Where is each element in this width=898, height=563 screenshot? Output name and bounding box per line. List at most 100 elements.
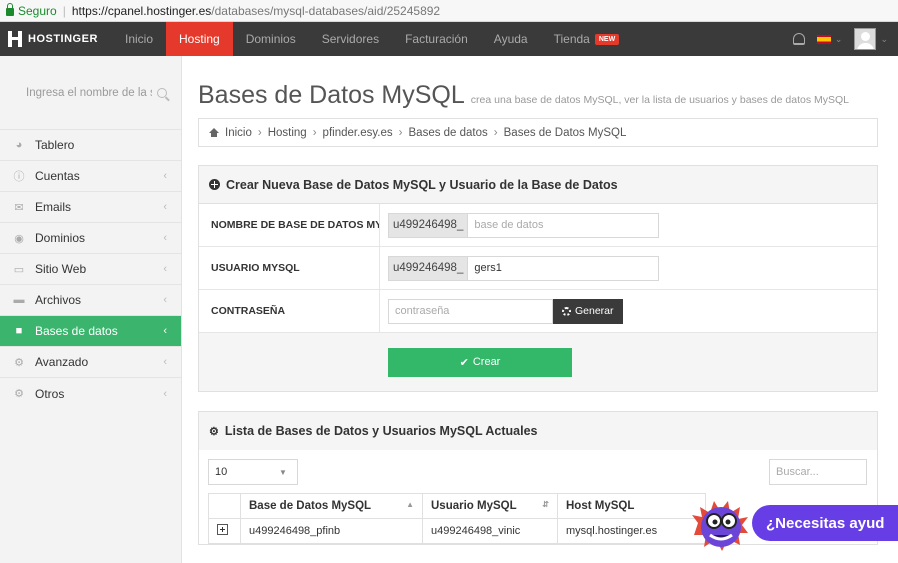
db-name-input[interactable]: base de datos bbox=[468, 212, 660, 238]
table-header-row: Base de Datos MySQL ▲ Usuario MySQL ⇵ Host… bbox=[208, 493, 706, 519]
breadcrumb-separator: › bbox=[312, 126, 317, 139]
url-host[interactable]: https://cpanel.hostinger.es bbox=[72, 4, 211, 18]
chevron-left-icon: ‹ bbox=[163, 356, 167, 368]
sidebar-item-dominios[interactable]: ◉ Dominios ‹ bbox=[0, 223, 181, 254]
create-panel-title: Crear Nueva Base de Datos MySQL y Usuari… bbox=[226, 177, 618, 192]
bell-icon[interactable] bbox=[792, 33, 805, 45]
main-content: Bases de Datos MySQL crea una base de da… bbox=[182, 56, 898, 563]
cell-user: u499246498_vinic bbox=[422, 518, 558, 544]
nav-hosting[interactable]: Hosting bbox=[166, 22, 233, 56]
breadcrumb-bases-de-datos[interactable]: Bases de datos bbox=[409, 127, 488, 139]
sidebar-item-emails[interactable]: ✉ Emails ‹ bbox=[0, 192, 181, 223]
password-input[interactable]: contraseña bbox=[388, 298, 553, 324]
sidebar-item-cuentas[interactable]: ⓘ Cuentas ‹ bbox=[0, 161, 181, 192]
nav-ayuda[interactable]: Ayuda bbox=[481, 22, 541, 56]
secure-indicator[interactable]: Seguro bbox=[6, 2, 57, 18]
page-length-select[interactable]: 10 ▼ bbox=[208, 459, 298, 485]
avatar bbox=[854, 28, 877, 50]
nav-inicio[interactable]: Inicio bbox=[112, 22, 166, 56]
gears-icon: ⚙ bbox=[209, 425, 219, 438]
language-selector[interactable]: ⌄ bbox=[816, 33, 843, 45]
db-user-label: USUARIO MYSQL bbox=[199, 247, 380, 289]
nav-facturacion[interactable]: Facturación bbox=[392, 22, 481, 56]
breadcrumb-hosting[interactable]: Hosting bbox=[268, 127, 307, 139]
db-name-row: NOMBRE DE BASE DE DATOS MYSQL u499246498… bbox=[199, 204, 877, 247]
search-icon bbox=[157, 87, 167, 98]
gear-icon bbox=[562, 306, 571, 316]
hostinger-h-icon bbox=[8, 31, 22, 47]
sidebar-item-otros[interactable]: ⚙ Otros ‹ bbox=[0, 378, 181, 409]
plus-circle-icon bbox=[209, 179, 220, 190]
nav-label: Servidores bbox=[321, 32, 380, 46]
envelope-icon: ✉ bbox=[14, 201, 24, 214]
list-panel-title: Lista de Bases de Datos y Usuarios MySQL… bbox=[224, 424, 538, 438]
sidebar-item-label: Dominios bbox=[35, 231, 86, 245]
chevron-down-icon: ⌄ bbox=[880, 33, 888, 44]
sidebar-item-bases-de-datos[interactable]: ■ Bases de datos ‹ bbox=[0, 316, 181, 347]
db-user-input[interactable]: gers1 bbox=[468, 255, 660, 281]
gears-icon: ⚙ bbox=[14, 356, 24, 369]
help-chat-widget[interactable]: ¿Necesitas ayud bbox=[688, 493, 898, 563]
breadcrumb-domain[interactable]: pfinder.esy.es bbox=[323, 127, 393, 139]
page-header: Bases de Datos MySQL crea una base de da… bbox=[198, 81, 878, 110]
breadcrumb-inicio[interactable]: Inicio bbox=[225, 127, 252, 139]
nav-right-tools: ⌄ ⌄ bbox=[792, 22, 898, 56]
user-menu[interactable]: ⌄ bbox=[854, 28, 888, 50]
chevron-down-icon: ⌄ bbox=[834, 33, 843, 44]
column-label: Usuario MySQL bbox=[431, 500, 517, 512]
cell-host: mysql.hostinger.es bbox=[557, 518, 706, 544]
sidebar-item-label: Avanzado bbox=[35, 355, 89, 369]
nav-servidores[interactable]: Servidores bbox=[309, 22, 392, 56]
nav-tienda[interactable]: Tienda NEW bbox=[541, 22, 633, 56]
chevron-left-icon: ‹ bbox=[163, 387, 167, 400]
breadcrumb: Inicio › Hosting › pfinder.esy.es › Base… bbox=[198, 118, 878, 147]
monitor-icon: ▭ bbox=[13, 263, 25, 276]
brand-name: HOSTINGER bbox=[28, 33, 98, 45]
help-chat-bubble[interactable]: ¿Necesitas ayud bbox=[752, 505, 898, 541]
sidebar-item-sitio-web[interactable]: ▭ Sitio Web ‹ bbox=[0, 254, 181, 285]
column-label: Host MySQL bbox=[566, 500, 635, 512]
sidebar-search-input[interactable]: Ingresa el nombre de la se bbox=[0, 56, 181, 130]
nav-dominios[interactable]: Dominios bbox=[233, 22, 309, 56]
sidebar-item-label: Cuentas bbox=[35, 169, 80, 183]
expand-icon[interactable] bbox=[217, 524, 228, 535]
breadcrumb-separator: › bbox=[398, 126, 403, 139]
lock-icon bbox=[6, 2, 14, 16]
sidebar-item-label: Sitio Web bbox=[35, 262, 87, 276]
column-header-host[interactable]: Host MySQL bbox=[557, 493, 706, 519]
password-label: CONTRASEÑA bbox=[199, 290, 380, 332]
nav-label: Inicio bbox=[125, 32, 154, 46]
table-search-input[interactable]: Buscar... bbox=[769, 459, 867, 485]
breadcrumb-current: Bases de Datos MySQL bbox=[503, 126, 627, 139]
table-row: u499246498_pfinb u499246498_vinic mysql.… bbox=[208, 518, 706, 544]
cell-database: u499246498_pfinb bbox=[240, 518, 423, 544]
db-name-label: NOMBRE DE BASE DE DATOS MYSQL bbox=[199, 204, 380, 246]
create-button[interactable]: ✔ Crear bbox=[388, 347, 572, 377]
sidebar-item-label: Otros bbox=[35, 386, 65, 401]
sort-icon: ⇵ bbox=[542, 500, 549, 509]
new-badge: NEW bbox=[594, 33, 620, 45]
database-icon: ■ bbox=[15, 325, 23, 337]
sidebar-item-avanzado[interactable]: ⚙ Avanzado ‹ bbox=[0, 347, 181, 378]
hostinger-logo[interactable]: HOSTINGER bbox=[0, 22, 112, 56]
expand-cell[interactable] bbox=[208, 518, 241, 544]
secure-label: Seguro bbox=[18, 3, 57, 18]
sidebar-item-label: Tablero bbox=[35, 138, 75, 152]
db-name-prefix: u499246498_ bbox=[388, 212, 469, 238]
info-icon: ⓘ bbox=[13, 171, 25, 183]
browser-url-bar[interactable]: Seguro | https://cpanel.hostinger.es/dat… bbox=[0, 0, 898, 22]
generate-password-button[interactable]: Generar bbox=[553, 298, 623, 324]
sidebar-item-tablero[interactable]: ◕ Tablero bbox=[0, 130, 181, 161]
url-separator: | bbox=[62, 3, 66, 18]
chevron-left-icon: ‹ bbox=[163, 294, 167, 306]
expand-column-header bbox=[208, 493, 241, 519]
sidebar-item-archivos[interactable]: ▬ Archivos ‹ bbox=[0, 285, 181, 316]
column-header-user[interactable]: Usuario MySQL ⇵ bbox=[422, 493, 558, 519]
check-icon: ✔ bbox=[459, 356, 469, 369]
password-row: CONTRASEÑA contraseña Generar bbox=[199, 290, 877, 333]
url-path[interactable]: /databases/mysql-databases/aid/25245892 bbox=[211, 4, 440, 18]
db-user-prefix: u499246498_ bbox=[388, 255, 469, 281]
caret-down-icon: ▼ bbox=[279, 467, 287, 477]
create-button-row: ✔ Crear bbox=[199, 333, 877, 391]
column-header-database[interactable]: Base de Datos MySQL ▲ bbox=[240, 493, 423, 519]
